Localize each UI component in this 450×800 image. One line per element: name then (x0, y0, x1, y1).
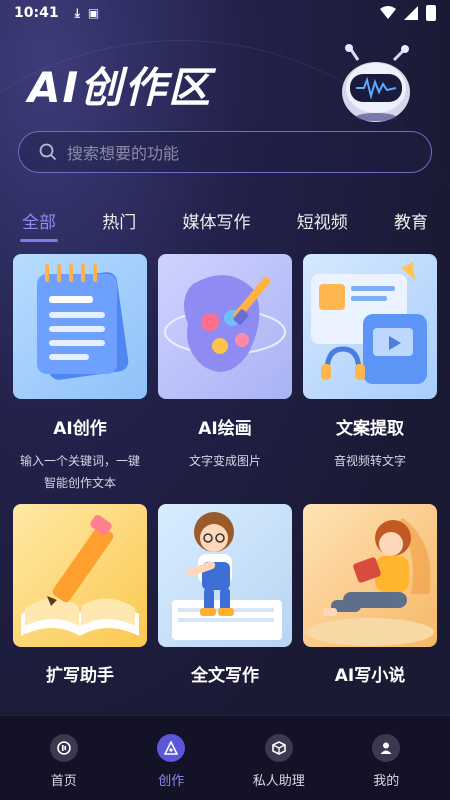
card-thumbnail (303, 504, 437, 647)
feature-card-copy-extract[interactable]: 文案提取 音视频转文字 (303, 254, 437, 504)
feature-card-ai-create[interactable]: AI创作 输入一个关键词，一键智能创作文本 (13, 254, 147, 504)
bottom-navigation: 首页 创作 私人助理 我的 (0, 715, 450, 800)
nav-home[interactable]: 首页 (19, 716, 109, 800)
robot-mascot-icon (342, 44, 410, 122)
feature-grid: AI创作 输入一个关键词，一键智能创作文本 AI绘画 文字变成图片 文案提取 音… (13, 254, 437, 704)
feature-card-fulltext-writing[interactable]: 全文写作 (158, 504, 292, 704)
card-description: 音视频转文字 (333, 454, 406, 468)
tab-media-writing[interactable]: 媒体写作 (183, 204, 251, 244)
tab-short-video[interactable]: 短视频 (297, 204, 348, 244)
card-title: 文案提取 (336, 419, 404, 439)
card-title: AI绘画 (198, 419, 252, 439)
card-thumbnail (13, 504, 147, 647)
nav-create[interactable]: 创作 (126, 716, 216, 800)
page-title: AI创作区 (28, 63, 213, 112)
nav-label: 私人助理 (252, 774, 305, 789)
home-icon (49, 734, 78, 762)
download-icon: ⤓ (74, 5, 80, 20)
feature-card-expand-assistant[interactable]: 扩写助手 (13, 504, 147, 704)
wifi-icon (380, 6, 396, 19)
nav-label: 首页 (50, 774, 77, 789)
notification-a-icon: ▣ (87, 6, 100, 20)
tab-education[interactable]: 教育 (394, 204, 428, 244)
card-description: 输入一个关键词，一键智能创作文本 (19, 454, 140, 490)
signal-icon (404, 6, 418, 20)
status-bar: 10:41 ⤓ ▣ (0, 0, 450, 26)
girl-reading-illustration-icon (306, 518, 434, 646)
search-bar[interactable]: 搜索想要的功能 (18, 131, 432, 173)
tab-all[interactable]: 全部 (20, 204, 58, 244)
status-time: 10:41 (14, 5, 59, 21)
category-tabs: 全部 热门 媒体写作 短视频 教育 (0, 204, 450, 244)
nav-label: 创作 (158, 774, 185, 789)
profile-icon (372, 734, 401, 762)
card-title: 扩写助手 (46, 666, 114, 686)
card-thumbnail (303, 254, 437, 399)
nav-label: 我的 (373, 774, 400, 789)
card-thumbnail (158, 504, 292, 647)
media-extract-illustration-icon (311, 262, 427, 384)
assistant-icon (264, 734, 293, 762)
feature-card-ai-novel[interactable]: AI写小说 (303, 504, 437, 704)
tab-hot[interactable]: 热门 (102, 204, 136, 244)
card-title: AI创作 (53, 419, 107, 439)
notepad-illustration-icon (37, 264, 129, 380)
create-icon (157, 734, 186, 762)
palette-illustration-icon (164, 275, 286, 372)
battery-icon (426, 5, 436, 21)
card-title: 全文写作 (191, 666, 259, 686)
card-thumbnail (13, 254, 147, 399)
nav-profile[interactable]: 我的 (341, 716, 431, 800)
card-thumbnail (158, 254, 292, 399)
card-title: AI写小说 (334, 666, 406, 686)
feature-card-ai-painting[interactable]: AI绘画 文字变成图片 (158, 254, 292, 504)
search-icon (39, 143, 57, 161)
girl-writing-illustration-icon (172, 512, 282, 640)
nav-assistant[interactable]: 私人助理 (234, 716, 324, 800)
search-placeholder: 搜索想要的功能 (67, 144, 180, 163)
book-pencil-illustration-icon (21, 515, 139, 636)
card-description: 文字变成图片 (188, 454, 261, 468)
